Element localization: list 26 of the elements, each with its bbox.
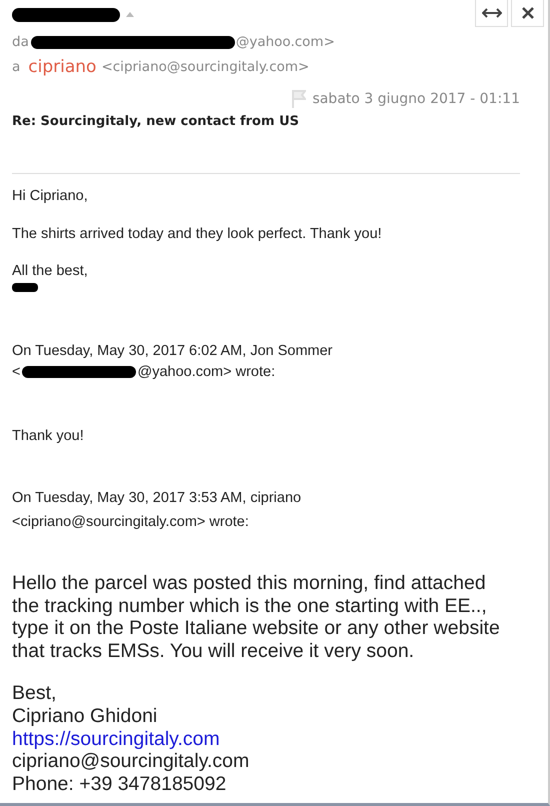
- signature-line: Cipriano Ghidoni: [12, 704, 158, 728]
- website-link[interactable]: https://sourcingitaly.com: [12, 728, 536, 750]
- quote-address: @yahoo.com> wrote:: [137, 364, 276, 380]
- closing-text: All the best,: [12, 263, 89, 279]
- close-icon: [520, 6, 534, 20]
- quote-address-open: <: [12, 364, 20, 380]
- quote-text: Thank you!: [12, 428, 85, 444]
- to-label: a: [12, 58, 20, 77]
- redaction-mark: [12, 283, 38, 292]
- sender-address: @yahoo.com>: [236, 33, 335, 52]
- quote-text: Hello the parcel was posted this morning, find attached the tracking number which is the one starting with EE.., type it on the Poste Italiane website or any other website that tracks EMSs. You will receive it very soon.: [12, 572, 501, 662]
- from-label: da: [12, 33, 29, 52]
- email-subject: Re: Sourcingitaly, new contact from US: [12, 114, 300, 129]
- quote-header: On Tuesday, May 30, 2017 3:53 AM, cipriano <cipriano@sourcingitaly.com> wrote:: [12, 489, 302, 532]
- message-date: sabato 3 giugno 2017 - 01:11: [312, 91, 520, 107]
- signature-line: Best,: [12, 682, 58, 705]
- recipient-address: <cipriano@sourcingitaly.com>: [101, 58, 310, 77]
- recipient-name[interactable]: cipriano: [28, 55, 96, 80]
- expand-button[interactable]: [475, 0, 508, 27]
- greeting-text: Hi Cipriano,: [12, 188, 89, 204]
- message-text: The shirts arrived today and they look perfect. Thank you!: [12, 226, 383, 242]
- resize-icon: [482, 8, 502, 18]
- signature-line: Phone: +39 3478185092: [12, 772, 228, 796]
- quote-header: On Tuesday, May 30, 2017 6:02 AM, Jon Sommer: [12, 343, 334, 359]
- signature-line: cipriano@sourcingitaly.com: [12, 750, 250, 773]
- close-button[interactable]: [511, 0, 544, 27]
